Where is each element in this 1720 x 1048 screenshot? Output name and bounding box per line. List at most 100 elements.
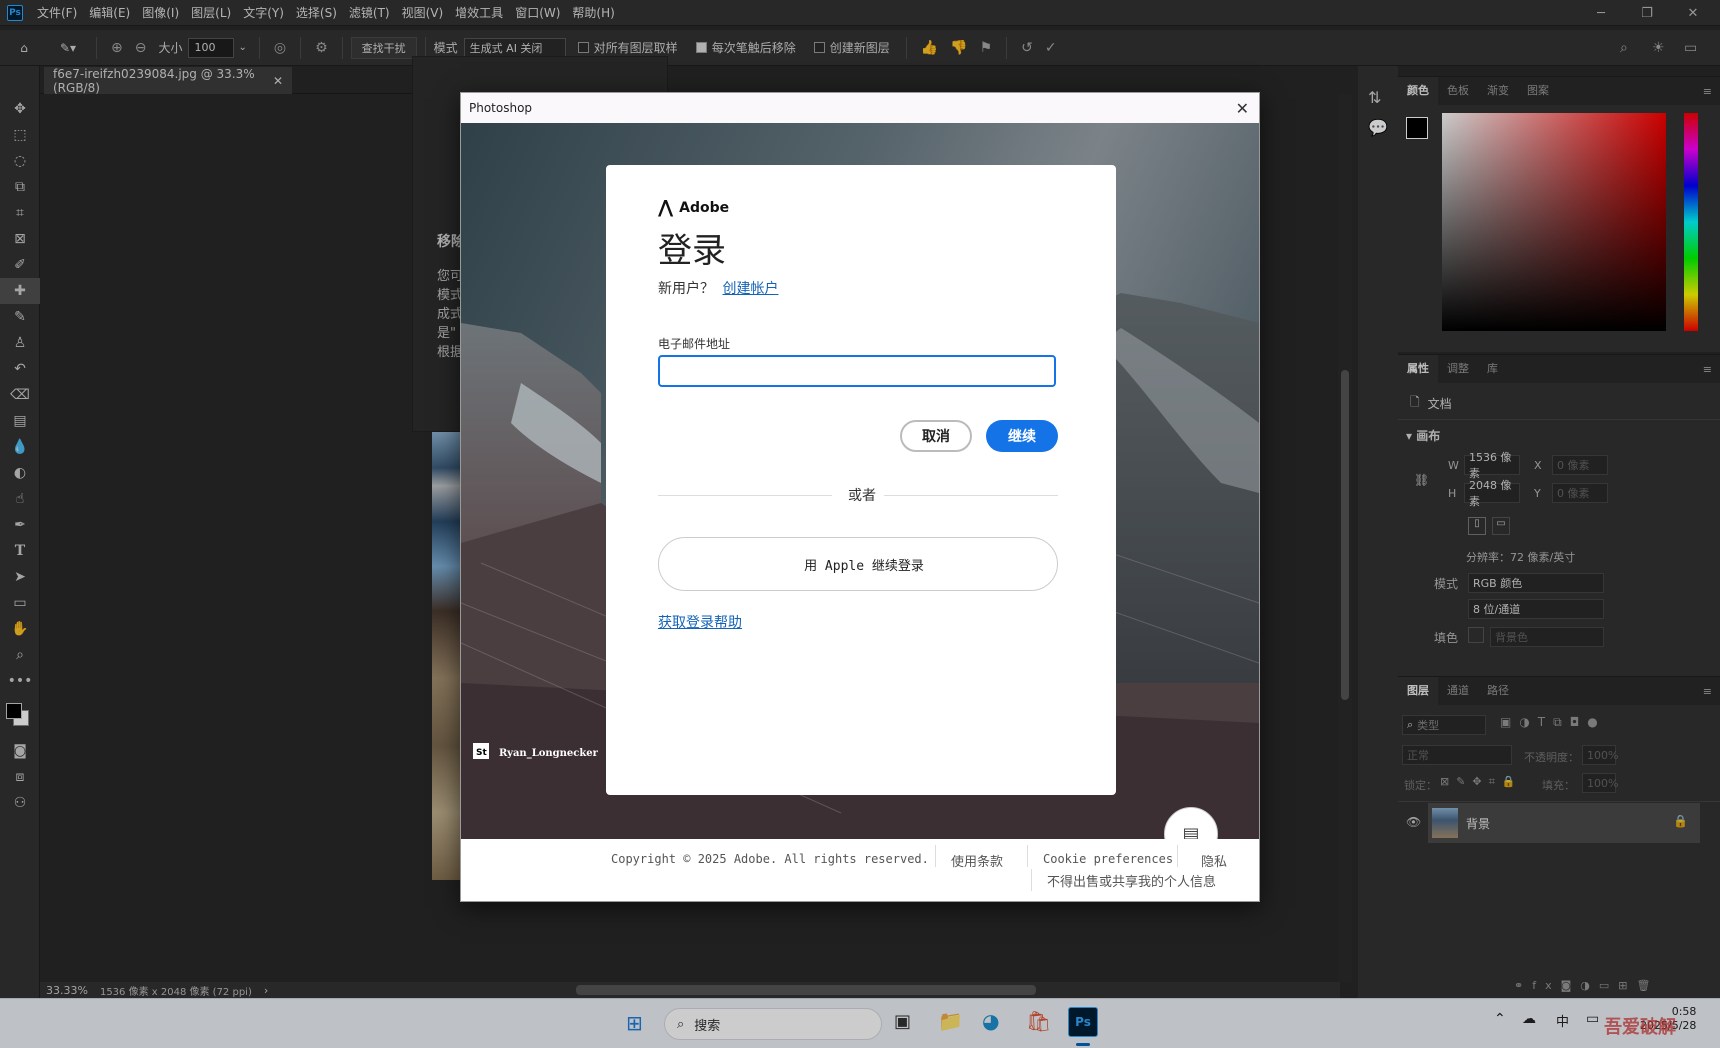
mode-select[interactable]: 生成式 AI 关闭 xyxy=(463,37,566,58)
color-tab-1[interactable]: 色板 xyxy=(1438,77,1478,105)
layer-fill-input[interactable]: 100% xyxy=(1582,773,1618,793)
layer-actions[interactable]: ⚭fx◙◑▭⊞🗑 xyxy=(1514,979,1659,992)
panel-menu-icon[interactable]: ≡ xyxy=(1703,85,1720,98)
quick-mask-icon[interactable]: ◙ xyxy=(0,738,40,764)
panel-menu-icon[interactable]: ≡ xyxy=(1703,363,1720,376)
menu-item-3[interactable]: 图层(L) xyxy=(185,0,237,26)
cancel-button[interactable]: 取消 xyxy=(900,420,972,452)
create-account-link[interactable]: 创建帐户 xyxy=(722,281,778,297)
menu-item-2[interactable]: 图像(I) xyxy=(136,0,185,26)
close-window-button[interactable]: ✕ xyxy=(1670,0,1716,26)
lasso-tool-icon[interactable]: ◌ xyxy=(0,148,40,174)
menu-item-9[interactable]: 窗口(W) xyxy=(509,0,566,26)
cookie-link[interactable]: Cookie preferences xyxy=(1043,852,1173,866)
fill-select[interactable]: 背景色 xyxy=(1490,627,1604,647)
workspace-icon[interactable]: ▭ xyxy=(1678,30,1703,66)
y-input[interactable]: 0 像素 xyxy=(1552,483,1608,503)
color-field[interactable] xyxy=(1442,113,1666,331)
color-tab-3[interactable]: 图案 xyxy=(1518,77,1558,105)
menu-item-0[interactable]: 文件(F) xyxy=(31,0,83,26)
home-icon[interactable]: ⌂ xyxy=(0,30,48,66)
healing-brush-icon[interactable]: ✚ xyxy=(0,278,40,304)
spot-heal-tool-icon[interactable]: ✎▾ xyxy=(48,30,88,66)
brush-subtract-icon[interactable]: ⊖ xyxy=(129,30,153,66)
comments-panel-icon[interactable]: 💬 xyxy=(1368,118,1388,137)
eraser-icon[interactable]: ⌫ xyxy=(0,382,40,408)
fill-swatch[interactable] xyxy=(1468,627,1484,643)
object-select-icon[interactable]: ⧉ xyxy=(0,174,40,200)
bulb-icon[interactable]: ☀ xyxy=(1646,30,1671,66)
props-tab-2[interactable]: 库 xyxy=(1478,355,1507,383)
more-tools-icon[interactable]: ••• xyxy=(0,668,40,694)
eyedropper-icon[interactable]: ✐ xyxy=(0,252,40,278)
pressure-icon[interactable]: ◎ xyxy=(268,30,292,66)
email-input[interactable] xyxy=(658,355,1056,387)
screen-mode-icon[interactable]: ⧈ xyxy=(0,764,40,790)
panel-menu-icon[interactable]: ≡ xyxy=(1703,685,1720,698)
menu-item-5[interactable]: 选择(S) xyxy=(290,0,343,26)
edge-icon[interactable]: ◕ xyxy=(982,1009,999,1033)
props-tab-1[interactable]: 调整 xyxy=(1438,355,1478,383)
menu-item-4[interactable]: 文字(Y) xyxy=(237,0,290,26)
stamp-tool-icon[interactable]: ♙ xyxy=(0,330,40,356)
hue-slider[interactable] xyxy=(1684,113,1698,331)
tray-chevron-icon[interactable]: ⌃ xyxy=(1494,1011,1506,1027)
layer-row[interactable]: 背景 🔒 xyxy=(1428,803,1700,843)
thumbs-up-icon[interactable]: 👍 xyxy=(915,30,944,66)
brush-tool-icon[interactable]: ✎ xyxy=(0,304,40,330)
zoom-level[interactable]: 33.33% xyxy=(46,984,88,997)
rectangle-tool-icon[interactable]: ▭ xyxy=(0,590,40,616)
cloud-icon[interactable]: ☁ xyxy=(1522,1011,1536,1027)
close-tab-icon[interactable]: ✕ xyxy=(273,74,283,88)
flag-icon[interactable]: ⚑ xyxy=(974,30,999,66)
width-input[interactable]: 1536 像素 xyxy=(1464,451,1520,480)
signin-help-link[interactable]: 获取登录帮助 xyxy=(658,612,742,632)
menu-item-7[interactable]: 视图(V) xyxy=(396,0,450,26)
color-mode-select[interactable]: RGB 颜色 xyxy=(1468,573,1604,593)
search-icon[interactable]: ⌕ xyxy=(1614,30,1634,66)
windows-start-icon[interactable]: ⊞ xyxy=(626,1011,643,1035)
terms-link[interactable]: 使用条款 xyxy=(951,851,1003,870)
history-panel-icon[interactable]: ⇅ xyxy=(1368,88,1381,107)
dialog-close-icon[interactable]: ✕ xyxy=(1236,99,1249,118)
smudge-icon[interactable]: ☝ xyxy=(0,486,40,512)
find-distraction-button[interactable]: 查找干扰 xyxy=(350,36,417,59)
document-tab[interactable]: f6e7-ireifzh0239084.jpg @ 33.3%(RGB/8) ✕ xyxy=(44,67,292,95)
color-tab-0[interactable]: 颜色 xyxy=(1398,77,1438,105)
foreground-swatch[interactable] xyxy=(1406,117,1428,139)
portrait-icon[interactable]: ▯ xyxy=(1468,517,1486,535)
blend-mode-select[interactable]: 正常 xyxy=(1402,745,1512,765)
do-not-sell-link[interactable]: 不得出售或共享我的个人信息 xyxy=(1047,871,1216,890)
dodge-icon[interactable]: ◐ xyxy=(0,460,40,486)
zoom-tool-icon[interactable]: ⌕ xyxy=(0,642,40,668)
ime-indicator[interactable]: 中 xyxy=(1556,1011,1569,1030)
menu-item-6[interactable]: 滤镜(T) xyxy=(343,0,396,26)
menu-item-10[interactable]: 帮助(H) xyxy=(566,0,620,26)
hand-tool-icon[interactable]: ✋ xyxy=(0,616,40,642)
menu-item-1[interactable]: 编辑(E) xyxy=(83,0,136,26)
landscape-icon[interactable]: ▭ xyxy=(1492,517,1510,535)
link-icon[interactable]: ⛓ xyxy=(1414,473,1429,487)
size-input[interactable]: 100 xyxy=(188,37,235,58)
blur-icon[interactable]: 💧 xyxy=(0,434,40,460)
frame-tool-icon[interactable]: ⊠ xyxy=(0,226,40,252)
crop-tool-icon[interactable]: ⌗ xyxy=(0,200,40,226)
taskbar-search[interactable]: ⌕ 搜索 xyxy=(664,1008,882,1040)
undo-icon[interactable]: ↺ xyxy=(1015,30,1039,66)
lock-icon[interactable]: 🔒 xyxy=(1673,814,1688,828)
chevron-right-icon[interactable]: › xyxy=(264,984,268,997)
opacity-input[interactable]: 100% xyxy=(1582,745,1618,765)
commit-check-icon[interactable]: ✓ xyxy=(1039,30,1063,66)
type-tool-icon[interactable]: T xyxy=(0,538,40,564)
bit-depth-select[interactable]: 8 位/通道 xyxy=(1468,599,1604,619)
brush-add-icon[interactable]: ⊕ xyxy=(105,30,129,66)
minimize-button[interactable]: ─ xyxy=(1578,0,1624,26)
color-swatches[interactable] xyxy=(0,694,39,738)
layers-tab-0[interactable]: 图层 xyxy=(1398,677,1438,705)
gear-icon[interactable]: ⚙ xyxy=(309,30,334,66)
file-explorer-icon[interactable]: 📁 xyxy=(938,1009,963,1033)
extras-icon[interactable]: ⚇ xyxy=(0,790,40,816)
maximize-button[interactable]: ❐ xyxy=(1624,0,1670,26)
layers-tab-1[interactable]: 通道 xyxy=(1438,677,1478,705)
layer-filter-icons[interactable]: ▣◑T⧉◘● xyxy=(1500,715,1606,730)
